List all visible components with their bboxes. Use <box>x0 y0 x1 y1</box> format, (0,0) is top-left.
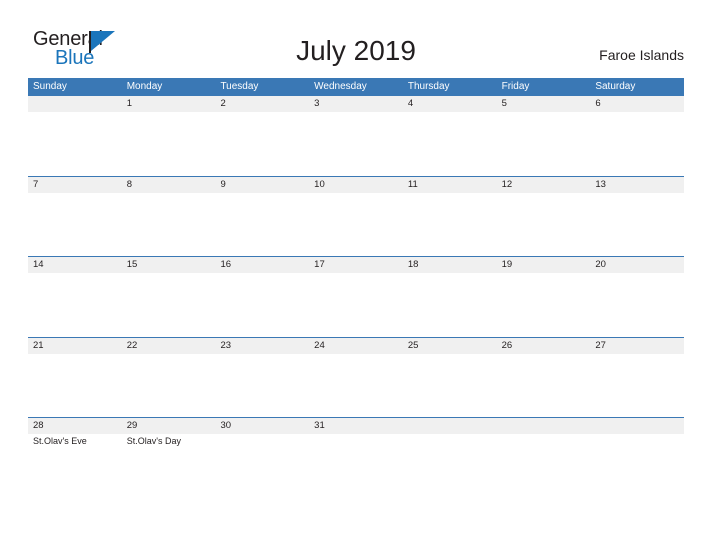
date-number[interactable]: 16 <box>215 257 309 273</box>
week-event-band: St.Olav's Eve St.Olav's Day <box>28 434 684 499</box>
day-cell[interactable] <box>215 112 309 176</box>
date-number[interactable]: 3 <box>309 96 403 112</box>
day-cell[interactable] <box>590 193 684 257</box>
day-cell[interactable] <box>497 193 591 257</box>
date-number[interactable]: 10 <box>309 177 403 193</box>
weekday-header-wednesday: Wednesday <box>314 81 367 92</box>
day-cell[interactable] <box>590 354 684 418</box>
week-date-band: 7 8 9 10 11 12 13 <box>28 176 684 193</box>
date-number[interactable]: 26 <box>497 338 591 354</box>
date-number[interactable]: 21 <box>28 338 122 354</box>
day-cell[interactable] <box>590 273 684 337</box>
date-number[interactable]: 15 <box>122 257 216 273</box>
date-number[interactable]: 24 <box>309 338 403 354</box>
date-number[interactable]: 13 <box>590 177 684 193</box>
day-cell[interactable] <box>215 434 309 498</box>
date-number[interactable]: 8 <box>122 177 216 193</box>
week-date-band: 21 22 23 24 25 26 27 <box>28 337 684 354</box>
day-cell[interactable] <box>309 354 403 418</box>
weekday-header-sunday: Sunday <box>33 81 67 92</box>
week-event-band <box>28 192 684 257</box>
week-event-band <box>28 273 684 338</box>
calendar-week-row: 7 8 9 10 11 12 13 <box>28 175 684 257</box>
week-date-band: 14 15 16 17 18 19 20 <box>28 257 684 274</box>
day-cell[interactable]: St.Olav's Eve <box>28 434 122 498</box>
day-cell[interactable] <box>309 193 403 257</box>
day-cell[interactable] <box>403 434 497 498</box>
date-number[interactable]: 12 <box>497 177 591 193</box>
day-cell[interactable] <box>122 193 216 257</box>
date-number[interactable]: 7 <box>28 177 122 193</box>
date-number[interactable]: 18 <box>403 257 497 273</box>
calendar-week-row: 21 22 23 24 25 26 27 <box>28 336 684 418</box>
date-number[interactable]: 31 <box>309 418 403 434</box>
weekday-header-friday: Friday <box>501 81 530 92</box>
date-number[interactable]: 22 <box>122 338 216 354</box>
day-cell[interactable] <box>497 112 591 176</box>
day-cell[interactable] <box>590 434 684 498</box>
date-number[interactable] <box>590 418 684 434</box>
date-number[interactable]: 30 <box>215 418 309 434</box>
event-label: St.Olav's Eve <box>33 436 87 447</box>
day-cell[interactable] <box>309 273 403 337</box>
event-label: St.Olav's Day <box>126 436 181 447</box>
date-number[interactable]: 19 <box>497 257 591 273</box>
week-date-band: 1 2 3 4 5 6 <box>28 96 684 112</box>
day-cell[interactable] <box>28 273 122 337</box>
day-cell[interactable] <box>497 434 591 498</box>
date-number[interactable]: 5 <box>497 96 591 112</box>
day-cell[interactable] <box>309 434 403 498</box>
weekday-header-row: Sunday Monday Tuesday Wednesday Thursday… <box>28 78 684 95</box>
day-cell[interactable] <box>28 354 122 418</box>
date-number[interactable]: 20 <box>590 257 684 273</box>
weekday-header-thursday: Thursday <box>407 81 450 92</box>
date-number[interactable]: 29 <box>122 418 216 434</box>
day-cell[interactable] <box>403 273 497 337</box>
date-number[interactable]: 11 <box>403 177 497 193</box>
day-cell[interactable]: St.Olav's Day <box>122 434 216 498</box>
day-cell[interactable] <box>403 193 497 257</box>
day-cell[interactable] <box>122 273 216 337</box>
day-cell[interactable] <box>28 112 122 176</box>
page-header: General Blue July 2019 Faroe Islands <box>0 0 712 78</box>
day-cell[interactable] <box>215 193 309 257</box>
weekday-header-saturday: Saturday <box>595 81 636 92</box>
day-cell[interactable] <box>215 273 309 337</box>
day-cell[interactable] <box>122 112 216 176</box>
day-cell[interactable] <box>590 112 684 176</box>
date-number[interactable]: 27 <box>590 338 684 354</box>
date-number[interactable]: 25 <box>403 338 497 354</box>
date-number[interactable]: 14 <box>28 257 122 273</box>
weekday-header-tuesday: Tuesday <box>220 81 259 92</box>
day-cell[interactable] <box>497 354 591 418</box>
date-number[interactable]: 2 <box>215 96 309 112</box>
day-cell[interactable] <box>309 112 403 176</box>
date-number[interactable] <box>497 418 591 434</box>
calendar-page: General Blue July 2019 Faroe Islands Sun… <box>0 0 712 550</box>
calendar-grid: Sunday Monday Tuesday Wednesday Thursday… <box>28 78 684 499</box>
date-number[interactable]: 9 <box>215 177 309 193</box>
location-label: Faroe Islands <box>599 47 684 63</box>
day-cell[interactable] <box>403 354 497 418</box>
day-cell[interactable] <box>215 354 309 418</box>
date-number[interactable] <box>28 96 122 112</box>
week-event-band <box>28 353 684 418</box>
week-date-band: 28 29 30 31 <box>28 418 684 435</box>
date-number[interactable]: 1 <box>122 96 216 112</box>
day-cell[interactable] <box>122 354 216 418</box>
calendar-week-row: 14 15 16 17 18 19 20 <box>28 256 684 338</box>
week-event-band <box>28 112 684 176</box>
day-cell[interactable] <box>28 193 122 257</box>
calendar-week-row: 1 2 3 4 5 6 <box>28 95 684 176</box>
day-cell[interactable] <box>403 112 497 176</box>
date-number[interactable]: 23 <box>215 338 309 354</box>
weekday-header-monday: Monday <box>126 81 163 92</box>
day-cell[interactable] <box>497 273 591 337</box>
date-number[interactable]: 28 <box>28 418 122 434</box>
date-number[interactable]: 17 <box>309 257 403 273</box>
date-number[interactable] <box>403 418 497 434</box>
date-number[interactable]: 6 <box>590 96 684 112</box>
date-number[interactable]: 4 <box>403 96 497 112</box>
calendar-week-row: 28 29 30 31 St.Olav's Eve St.Olav's Day <box>28 417 684 499</box>
